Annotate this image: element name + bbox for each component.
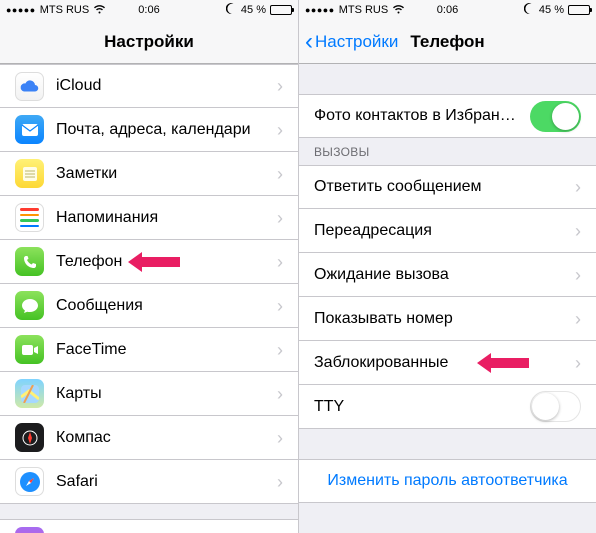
nav-bar: ‹ Настройки Телефон bbox=[299, 20, 596, 64]
settings-row-mail[interactable]: Почта, адреса, календари › bbox=[0, 108, 298, 152]
reply-with-message-row[interactable]: Ответить сообщением › bbox=[299, 165, 596, 209]
phone-settings-list[interactable]: Фото контактов в Избранном ВЫЗОВЫ Ответи… bbox=[299, 64, 596, 533]
safari-icon bbox=[15, 467, 44, 496]
tty-switch[interactable] bbox=[530, 391, 581, 422]
tty-row[interactable]: TTY bbox=[299, 385, 596, 429]
chevron-right-icon: › bbox=[575, 222, 581, 240]
chevron-left-icon: ‹ bbox=[305, 30, 313, 54]
chevron-right-icon: › bbox=[575, 310, 581, 328]
row-label: Почта, адреса, календари bbox=[56, 121, 265, 139]
left-screen: ●●●●● MTS RUS 0:06 45 % Настройки iCloud… bbox=[0, 0, 298, 533]
row-label: Телефон bbox=[56, 253, 265, 271]
facetime-icon bbox=[15, 335, 44, 364]
compass-icon bbox=[15, 423, 44, 452]
chevron-right-icon: › bbox=[277, 209, 283, 227]
row-label: Карты bbox=[56, 385, 265, 403]
row-label: Напоминания bbox=[56, 209, 265, 227]
blocked-row[interactable]: Заблокированные › bbox=[299, 341, 596, 385]
battery-icon bbox=[568, 5, 590, 15]
page-title: Настройки bbox=[104, 32, 194, 52]
back-button[interactable]: ‹ Настройки bbox=[305, 30, 398, 54]
row-label: Переадресация bbox=[314, 222, 563, 240]
status-bar: ●●●●● MTS RUS 0:06 45 % bbox=[299, 0, 596, 20]
itunes-icon bbox=[15, 527, 44, 533]
show-caller-id-row[interactable]: Показывать номер › bbox=[299, 297, 596, 341]
settings-row-phone[interactable]: Телефон › bbox=[0, 240, 298, 284]
row-label: Фото контактов в Избранном bbox=[314, 107, 518, 125]
row-label: Сообщения bbox=[56, 297, 265, 315]
row-label: Заблокированные bbox=[314, 354, 563, 372]
page-title: Телефон bbox=[410, 32, 484, 52]
row-label: Ответить сообщением bbox=[314, 178, 563, 196]
cloud-icon bbox=[15, 72, 44, 101]
settings-row-compass[interactable]: Компас › bbox=[0, 416, 298, 460]
back-label: Настройки bbox=[315, 32, 398, 52]
chevron-right-icon: › bbox=[277, 297, 283, 315]
chevron-right-icon: › bbox=[277, 429, 283, 447]
row-label: Ожидание вызова bbox=[314, 266, 563, 284]
call-forwarding-row[interactable]: Переадресация › bbox=[299, 209, 596, 253]
chevron-right-icon: › bbox=[277, 385, 283, 403]
battery-icon bbox=[270, 5, 292, 15]
link-label: Изменить пароль автоответчика bbox=[327, 472, 567, 490]
mail-icon bbox=[15, 115, 44, 144]
row-label: Safari bbox=[56, 473, 265, 491]
chevron-right-icon: › bbox=[277, 165, 283, 183]
calls-section-header: ВЫЗОВЫ bbox=[299, 138, 596, 165]
messages-icon bbox=[15, 291, 44, 320]
chevron-right-icon: › bbox=[575, 354, 581, 372]
settings-row-facetime[interactable]: FaceTime › bbox=[0, 328, 298, 372]
chevron-right-icon: › bbox=[277, 473, 283, 491]
settings-row-safari[interactable]: Safari › bbox=[0, 460, 298, 504]
right-screen: ●●●●● MTS RUS 0:06 45 % ‹ Настройки Теле… bbox=[298, 0, 596, 533]
chevron-right-icon: › bbox=[575, 178, 581, 196]
row-label: TTY bbox=[314, 398, 518, 416]
row-label: Компас bbox=[56, 429, 265, 447]
row-label: Показывать номер bbox=[314, 310, 563, 328]
settings-row-maps[interactable]: Карты › bbox=[0, 372, 298, 416]
notes-icon bbox=[15, 159, 44, 188]
settings-row-icloud[interactable]: iCloud › bbox=[0, 64, 298, 108]
chevron-right-icon: › bbox=[277, 253, 283, 271]
chevron-right-icon: › bbox=[277, 77, 283, 95]
row-label: FaceTime bbox=[56, 341, 265, 359]
nav-bar: Настройки bbox=[0, 20, 298, 64]
clock-label: 0:06 bbox=[0, 4, 298, 16]
settings-row-itunes[interactable]: iTunes Store, App Store › bbox=[0, 519, 298, 533]
settings-row-notes[interactable]: Заметки › bbox=[0, 152, 298, 196]
chevron-right-icon: › bbox=[575, 266, 581, 284]
change-voicemail-password-link[interactable]: Изменить пароль автоответчика bbox=[299, 459, 596, 503]
status-bar: ●●●●● MTS RUS 0:06 45 % bbox=[0, 0, 298, 20]
row-label: Заметки bbox=[56, 165, 265, 183]
favorites-photo-row[interactable]: Фото контактов в Избранном bbox=[299, 94, 596, 138]
clock-label: 0:06 bbox=[299, 4, 596, 16]
phone-icon bbox=[15, 247, 44, 276]
chevron-right-icon: › bbox=[277, 121, 283, 139]
favorites-photo-switch[interactable] bbox=[530, 101, 581, 132]
chevron-right-icon: › bbox=[277, 341, 283, 359]
maps-icon bbox=[15, 379, 44, 408]
call-waiting-row[interactable]: Ожидание вызова › bbox=[299, 253, 596, 297]
settings-row-messages[interactable]: Сообщения › bbox=[0, 284, 298, 328]
settings-row-reminders[interactable]: Напоминания › bbox=[0, 196, 298, 240]
reminders-icon bbox=[15, 203, 44, 232]
settings-list[interactable]: iCloud › Почта, адреса, календари › Заме… bbox=[0, 64, 298, 533]
row-label: iCloud bbox=[56, 77, 265, 95]
